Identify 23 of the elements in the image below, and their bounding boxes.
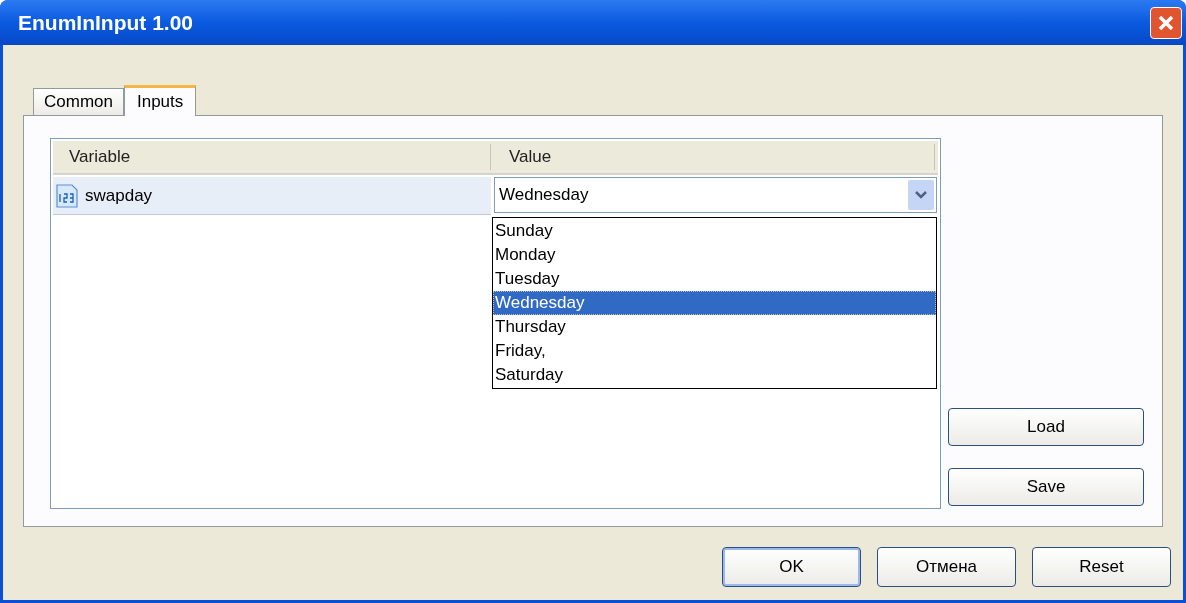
side-button[interactable]: Save xyxy=(948,468,1144,506)
close-icon xyxy=(1157,13,1175,32)
dropdown-option[interactable]: Tuesday xyxy=(493,267,936,291)
value-dropdown[interactable]: Wednesday xyxy=(494,177,937,213)
tab[interactable]: Common xyxy=(33,88,124,115)
tab[interactable]: Inputs xyxy=(123,85,197,116)
column-header: Variable xyxy=(53,144,491,170)
window-title: EnumInInput 1.00 xyxy=(18,9,193,36)
dropdown-option[interactable]: Sunday xyxy=(493,219,936,243)
dropdown-option[interactable]: Thursday xyxy=(493,315,936,339)
dropdown-option[interactable]: Friday, xyxy=(493,339,936,363)
dialog-button[interactable]: Reset xyxy=(1032,547,1171,587)
dropdown-option[interactable]: Saturday xyxy=(493,363,936,387)
dialog-button[interactable]: Отмена xyxy=(877,547,1016,587)
dropdown-option[interactable]: Wednesday xyxy=(493,291,936,315)
column-header: Value xyxy=(491,144,935,170)
dropdown-option[interactable]: Monday xyxy=(493,243,936,267)
number-file-icon xyxy=(55,182,79,209)
chevron-down-icon xyxy=(915,191,927,199)
side-button[interactable]: Load xyxy=(948,408,1144,446)
variable-name: swapday xyxy=(85,184,153,207)
close-button[interactable] xyxy=(1150,6,1182,39)
dialog-button[interactable]: OK xyxy=(722,547,861,587)
